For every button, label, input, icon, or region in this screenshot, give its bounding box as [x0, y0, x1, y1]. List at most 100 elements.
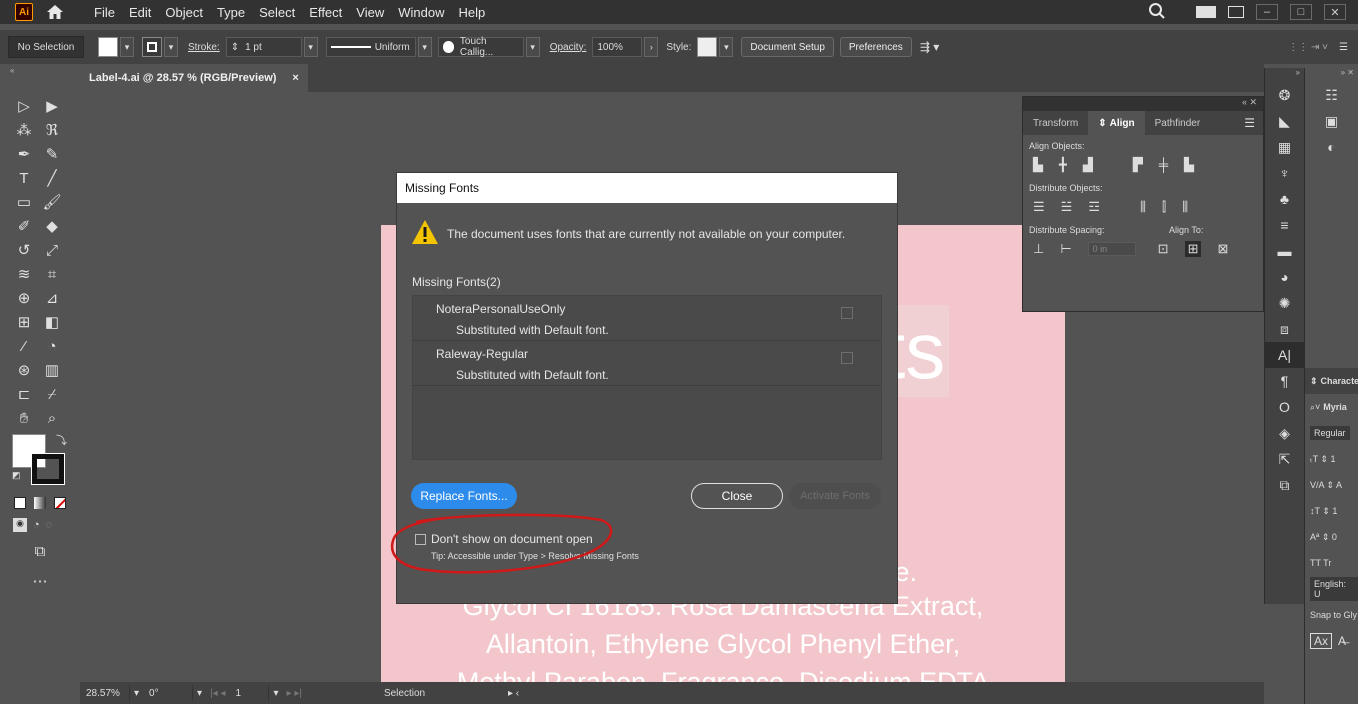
menu-window[interactable]: Window — [391, 5, 451, 20]
language-field[interactable]: English: U — [1305, 576, 1358, 602]
font-size-row[interactable]: ₜT ⇕ 1 — [1305, 446, 1358, 472]
home-icon[interactable] — [45, 3, 65, 21]
type-tool-icon[interactable]: T — [10, 166, 38, 190]
profile-dropdown[interactable]: ▾ — [417, 37, 432, 57]
transparency-icon[interactable]: ◕ — [1265, 264, 1304, 290]
align-bottom-icon[interactable]: ▙ — [1184, 157, 1194, 173]
kerning-row[interactable]: V/A ⇕ A — [1305, 472, 1358, 498]
search-icon[interactable] — [1148, 2, 1166, 23]
align-right-icon[interactable]: ▟ — [1083, 157, 1093, 173]
shaper-tool-icon[interactable]: ✐ — [10, 214, 38, 238]
swatches-icon[interactable]: ▦ — [1265, 134, 1304, 160]
status-menu-icon[interactable]: ▸ ‹ — [504, 688, 523, 699]
perspective-grid-tool-icon[interactable]: ⊿ — [38, 286, 66, 310]
preferences-button[interactable]: Preferences — [839, 37, 912, 57]
brushes-icon[interactable]: ♆ — [1265, 160, 1304, 186]
gradient-tool-icon[interactable]: ◧ — [38, 310, 66, 334]
type-case-row[interactable]: TT Tr — [1305, 550, 1358, 576]
tab-transform[interactable]: Transform — [1023, 111, 1088, 135]
stroke-color-swatch[interactable] — [31, 453, 65, 485]
curvature-tool-icon[interactable]: ✎ — [38, 142, 66, 166]
close-button[interactable]: Close — [691, 483, 783, 509]
close-window-button[interactable]: ✕ — [1324, 4, 1346, 20]
draw-normal-icon[interactable]: ◉ — [13, 518, 27, 532]
brush-dropdown[interactable]: ▾ — [525, 37, 540, 57]
close-tab-icon[interactable]: × — [292, 72, 298, 84]
toolbar-collapse[interactable]: « — [10, 66, 14, 75]
align-vertical-center-icon[interactable]: ╪ — [1159, 157, 1168, 173]
gradient-mode-icon[interactable] — [34, 497, 46, 509]
blend-tool-icon[interactable]: ◔ — [38, 334, 66, 358]
menu-help[interactable]: Help — [451, 5, 492, 20]
paintbrush-tool-icon[interactable]: 🖌︎ — [38, 190, 66, 214]
artboards-panel-icon[interactable]: ⧉ — [1265, 472, 1304, 498]
stroke-weight-dropdown[interactable]: ▾ — [303, 37, 318, 57]
distribute-bottom-icon[interactable]: ☲ — [1088, 199, 1100, 215]
list-item[interactable]: Raleway-Regular Substituted with Default… — [413, 341, 881, 386]
minimize-button[interactable]: – — [1256, 4, 1278, 20]
spacing-field[interactable]: 0 in — [1087, 242, 1136, 256]
font-family-field[interactable]: ⌕˅ Myria — [1305, 394, 1358, 420]
paragraph-icon[interactable]: ¶ — [1265, 368, 1304, 394]
align-horizontal-center-icon[interactable]: ╋ — [1059, 157, 1067, 173]
fill-swatch[interactable] — [98, 37, 118, 57]
menu-view[interactable]: View — [349, 5, 391, 20]
arrange-documents-icon[interactable] — [1228, 6, 1244, 18]
panel-menu-icon[interactable]: ☰ — [1244, 111, 1263, 135]
default-colors-icon[interactable]: ◩ — [12, 470, 21, 481]
align-left-icon[interactable]: ▙ — [1033, 157, 1043, 173]
tracking-row[interactable]: Aª ⇕ 0 — [1305, 524, 1358, 550]
eraser-tool-icon[interactable]: ◆ — [38, 214, 66, 238]
glyph-snap-buttons[interactable]: Ax A̶ — [1305, 628, 1358, 654]
font-checkbox[interactable] — [841, 307, 853, 319]
stepper-icon[interactable]: ⇕ — [231, 42, 239, 53]
pen-tool-icon[interactable]: ✒ — [10, 142, 38, 166]
direct-selection-tool-icon[interactable]: ▶ — [38, 94, 66, 118]
opentype-icon[interactable]: O — [1265, 394, 1304, 420]
align-to-key-object-icon[interactable]: ⊠ — [1217, 241, 1228, 257]
symbol-sprayer-tool-icon[interactable]: ⊛ — [10, 358, 38, 382]
artboard-tool-icon[interactable]: ⊏ — [10, 382, 38, 406]
character-panel-icon[interactable]: A| — [1265, 342, 1304, 368]
hand-tool-icon[interactable]: ✋︎ — [10, 406, 38, 430]
variable-width-profile[interactable]: Uniform — [325, 37, 416, 57]
free-transform-tool-icon[interactable]: ⌗ — [38, 262, 66, 286]
tab-pathfinder[interactable]: Pathfinder — [1145, 111, 1211, 135]
workspace-switcher-icon[interactable] — [1196, 6, 1216, 18]
column-graph-tool-icon[interactable]: ▥ — [38, 358, 66, 382]
scale-tool-icon[interactable]: ⤢ — [38, 238, 66, 262]
first-artboard-icon[interactable]: |◂ ◂ — [206, 688, 229, 699]
rotation-field[interactable]: 0° — [143, 685, 194, 701]
font-style-field[interactable]: Regular — [1305, 420, 1358, 446]
draw-inside-icon[interactable]: ◌ — [46, 519, 53, 531]
menu-effect[interactable]: Effect — [302, 5, 349, 20]
style-dropdown[interactable]: ▾ — [719, 37, 734, 57]
opacity-label[interactable]: Opacity: — [550, 42, 587, 53]
rotate-tool-icon[interactable]: ↺ — [10, 238, 38, 262]
tab-align[interactable]: ⇕ Align — [1088, 111, 1145, 135]
properties-icon[interactable]: ☷ — [1305, 82, 1358, 108]
style-swatch[interactable] — [697, 37, 718, 57]
activate-fonts-button[interactable]: Activate Fonts — [789, 483, 881, 509]
magic-wand-tool-icon[interactable]: ⁂ — [10, 118, 38, 142]
menu-type[interactable]: Type — [210, 5, 252, 20]
menu-edit[interactable]: Edit — [122, 5, 158, 20]
zoom-dropdown-icon[interactable]: ▾ — [130, 688, 143, 699]
stroke-color-dropdown[interactable]: ▾ — [164, 37, 178, 57]
zoom-tool-icon[interactable]: ⌕ — [38, 406, 66, 430]
dont-show-checkbox[interactable] — [415, 533, 426, 545]
distribute-right-icon[interactable]: ⫼ — [1182, 199, 1188, 215]
font-checkbox[interactable] — [841, 352, 853, 364]
next-artboard-icon[interactable]: ▸ ▸| — [283, 688, 306, 699]
rotation-dropdown-icon[interactable]: ▾ — [193, 688, 206, 699]
libraries-icon[interactable]: ▣ — [1305, 108, 1358, 134]
maximize-button[interactable]: □ — [1290, 4, 1312, 20]
mesh-tool-icon[interactable]: ⊞ — [10, 310, 38, 334]
slice-tool-icon[interactable]: ⌿ — [38, 382, 66, 406]
arrange-icon[interactable]: ⇶ ▾ — [920, 40, 939, 54]
color-guide-icon[interactable]: ✺ — [1265, 290, 1304, 316]
menu-icon[interactable]: ☰ — [1339, 42, 1348, 53]
screen-mode-icon[interactable]: ⧉ — [26, 539, 54, 563]
color-mode-icon[interactable] — [14, 497, 26, 509]
artboard-number-field[interactable]: 1 — [229, 685, 270, 701]
